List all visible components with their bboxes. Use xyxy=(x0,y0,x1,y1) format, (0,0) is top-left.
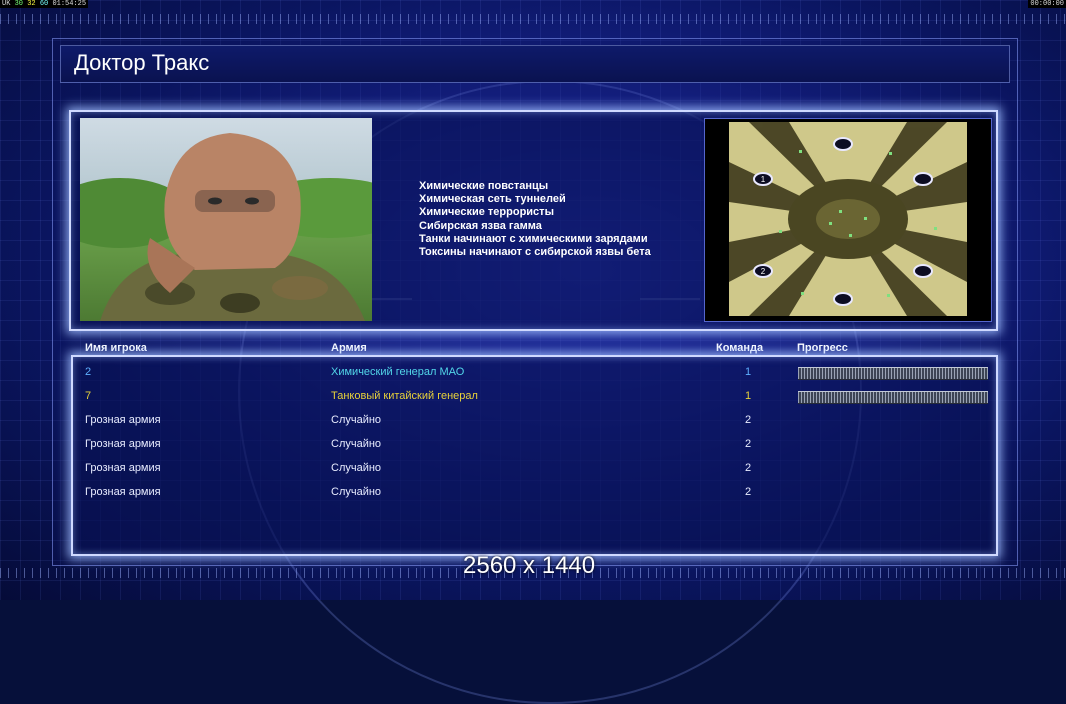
rule-item: Танки начинают с химическими зарядами xyxy=(419,232,648,245)
player-army[interactable]: Случайно xyxy=(331,462,381,474)
rule-item: Химические повстанцы xyxy=(419,180,549,192)
player-team[interactable]: 2 xyxy=(745,438,751,450)
player-team[interactable]: 2 xyxy=(745,414,751,426)
player-team[interactable]: 1 xyxy=(745,366,751,378)
player-row[interactable]: Грозная армия Случайно 2 xyxy=(0,483,1066,503)
player-name: 7 xyxy=(85,390,92,402)
column-header-progress: Прогресс xyxy=(797,342,848,354)
player-name: Грозная армия xyxy=(85,462,161,474)
column-header-name: Имя игрока xyxy=(85,342,147,354)
player-army[interactable]: Химический генерал МАО xyxy=(331,366,464,378)
player-row[interactable]: 2 Химический генерал МАО 1 xyxy=(0,363,1066,383)
rule-item: Химическая сеть туннелей xyxy=(419,193,566,206)
player-team[interactable]: 2 xyxy=(745,462,751,474)
map-terrain: 1 2 xyxy=(729,122,967,316)
player-name: Грозная армия xyxy=(85,438,161,450)
column-header-army: Армия xyxy=(331,342,367,354)
progress-bar xyxy=(798,367,988,380)
player-army[interactable]: Случайно xyxy=(331,438,381,450)
start-position xyxy=(833,292,853,306)
hud-right: 00:00:00 xyxy=(1028,0,1066,8)
player-name: Грозная армия xyxy=(85,486,161,498)
hud-left: UK 30 32 60 01:54:25 xyxy=(0,0,89,8)
page-title: Доктор Тракс xyxy=(74,50,210,75)
player-row[interactable]: Грозная армия Случайно 2 xyxy=(0,411,1066,431)
progress-bar xyxy=(798,391,988,404)
player-team[interactable]: 1 xyxy=(745,390,751,402)
start-position xyxy=(833,137,853,151)
rule-item: Химические террористы xyxy=(419,206,554,219)
start-position xyxy=(913,264,933,278)
player-row[interactable]: Грозная армия Случайно 2 xyxy=(0,459,1066,479)
player-row[interactable]: 7 Танковый китайский генерал 1 xyxy=(0,387,1066,407)
rule-item: Токсины начинают с сибирской язвы бета xyxy=(419,246,651,259)
general-rules-list: Химические повстанцы Химическая сеть тун… xyxy=(419,180,651,259)
player-team[interactable]: 2 xyxy=(745,486,751,498)
player-row[interactable]: Грозная армия Случайно 2 xyxy=(0,435,1066,455)
start-label: 2 xyxy=(761,267,766,276)
portrait-image xyxy=(80,133,372,321)
player-name: 2 xyxy=(85,366,92,378)
start-position xyxy=(913,172,933,186)
face-eyes xyxy=(195,190,275,212)
player-army[interactable]: Танковый китайский генерал xyxy=(331,390,478,402)
general-portrait xyxy=(80,118,372,321)
map-preview: 1 2 xyxy=(704,118,992,322)
rule-item: Сибирская язва гамма xyxy=(419,219,542,232)
top-ruler xyxy=(0,14,1066,24)
player-army[interactable]: Случайно xyxy=(331,414,381,426)
player-name: Грозная армия xyxy=(85,414,161,426)
player-army[interactable]: Случайно xyxy=(331,486,381,498)
column-header-team: Команда xyxy=(716,342,764,354)
start-label: 1 xyxy=(761,175,766,184)
players-panel xyxy=(71,355,998,556)
resolution-label: 2560 x 1440 xyxy=(463,552,596,579)
